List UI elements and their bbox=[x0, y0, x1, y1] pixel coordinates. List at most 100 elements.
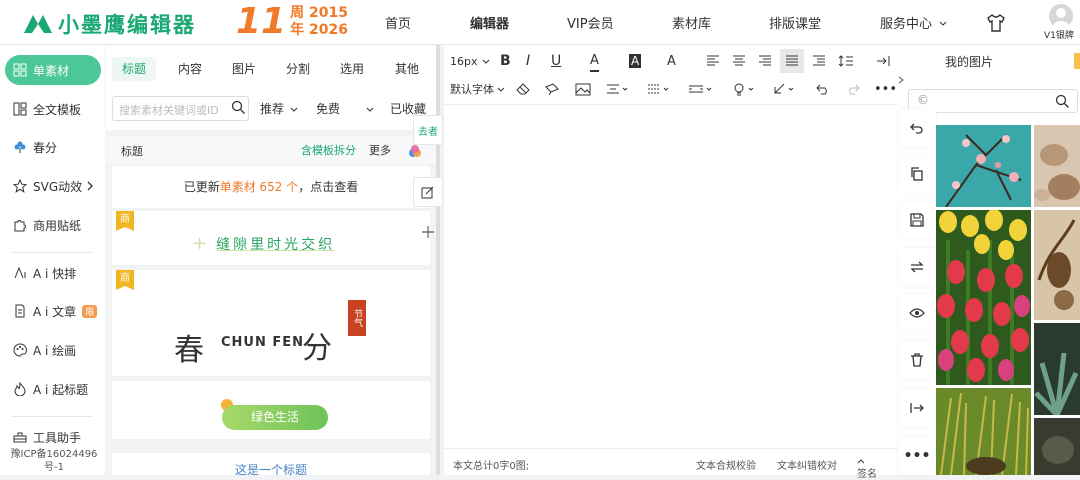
paragraph-spacing-icon[interactable] bbox=[647, 78, 669, 100]
sidebar-item-template[interactable]: 全文模板 bbox=[5, 94, 101, 124]
search-input[interactable]: 搜索素材关键词或ID bbox=[112, 96, 249, 121]
colorful-dots-icon[interactable] bbox=[407, 143, 423, 159]
underline-button[interactable]: U bbox=[551, 50, 561, 72]
tab-my-images[interactable]: 我的图片 bbox=[945, 53, 993, 70]
sidebar-item-ai-article[interactable]: A i 文章 限 bbox=[5, 296, 101, 326]
sidebar-item-svg[interactable]: SVG动效 bbox=[5, 171, 101, 201]
letter-spacing-icon[interactable] bbox=[688, 78, 712, 100]
nav-vip[interactable]: VIP会员 bbox=[567, 0, 614, 45]
add-button[interactable] bbox=[413, 217, 443, 247]
sidebar-item-ai-layout[interactable]: A i 快排 bbox=[5, 258, 101, 288]
compliance-check-button[interactable]: 文本合规校验 bbox=[696, 457, 756, 472]
filter-label: 免费 bbox=[316, 102, 341, 116]
image-thumb-pebbles[interactable] bbox=[1034, 125, 1080, 207]
bold-button[interactable]: B bbox=[500, 50, 511, 72]
preview-button[interactable] bbox=[898, 294, 936, 332]
align-center-icon[interactable] bbox=[732, 50, 746, 72]
font-color-button[interactable]: A bbox=[590, 50, 599, 72]
tab-selected[interactable]: 选用 bbox=[330, 57, 374, 81]
chevron-down-icon bbox=[366, 107, 374, 112]
nav-service[interactable]: 服务中心 bbox=[880, 0, 948, 45]
material-card[interactable]: 绿色生活 bbox=[112, 381, 430, 439]
icp-text[interactable]: 豫ICP备16024496号-1 bbox=[8, 448, 100, 474]
sparkle-icon: + bbox=[192, 233, 211, 254]
sidebar-item-label: A i 绘画 bbox=[33, 343, 77, 358]
undo-button[interactable] bbox=[898, 109, 936, 147]
image-thumb-seeds[interactable] bbox=[1034, 210, 1080, 320]
scrollbar[interactable] bbox=[436, 45, 440, 475]
italic-button[interactable]: I bbox=[526, 50, 530, 72]
font-size-value: 16px bbox=[450, 54, 478, 68]
copy-button[interactable] bbox=[898, 155, 936, 193]
arrow-icon[interactable] bbox=[773, 78, 795, 100]
tshirt-icon[interactable] bbox=[986, 14, 1006, 32]
align-left-icon[interactable] bbox=[706, 50, 720, 72]
indent-icon[interactable] bbox=[812, 50, 826, 72]
justify-icon[interactable] bbox=[780, 49, 804, 73]
logo[interactable]: 小墨鹰编辑器 bbox=[22, 9, 196, 39]
tab-content[interactable]: 内容 bbox=[168, 57, 212, 81]
save-button[interactable] bbox=[898, 201, 936, 239]
search-icon[interactable] bbox=[231, 100, 246, 115]
delete-button[interactable] bbox=[898, 341, 936, 379]
font-family-value: 默认字体 bbox=[450, 83, 494, 96]
signature-button[interactable]: 签名 bbox=[857, 457, 877, 480]
tab-title[interactable]: 标题 bbox=[112, 57, 157, 81]
bulb-icon[interactable] bbox=[733, 78, 755, 100]
sidebar-item-ai-painting[interactable]: A i 绘画 bbox=[5, 335, 101, 365]
eraser-icon[interactable] bbox=[516, 78, 530, 100]
tab-other[interactable]: 其他 bbox=[385, 57, 429, 81]
exit-fullscreen-icon[interactable] bbox=[876, 50, 890, 72]
redo-icon[interactable] bbox=[846, 78, 860, 100]
sidebar-item-label: A i 快排 bbox=[33, 266, 77, 281]
sidebar-item-ai-title[interactable]: A i 起标题 bbox=[5, 374, 101, 404]
sidebar-item-stickers[interactable]: 商用贴纸 bbox=[5, 210, 101, 240]
more-button[interactable]: ••• bbox=[898, 437, 936, 475]
exit-button[interactable] bbox=[898, 389, 936, 427]
commercial-badge: 商 bbox=[116, 270, 134, 290]
nav-editor[interactable]: 编辑器 bbox=[470, 0, 509, 45]
image-thumb-tulips[interactable] bbox=[936, 210, 1031, 385]
update-notice[interactable]: 已更新单素材 652 个，点击查看 bbox=[112, 166, 430, 208]
material-card[interactable]: 商 + 缝隙里时光交织 bbox=[112, 211, 430, 265]
tab-image[interactable]: 图片 bbox=[222, 57, 266, 81]
material-card[interactable]: 商 春 CHUN FEN 分 节气 bbox=[112, 270, 430, 376]
font-family-select[interactable]: 默认字体 bbox=[450, 78, 505, 100]
more-link[interactable]: 更多 bbox=[369, 142, 391, 158]
line-height-icon[interactable] bbox=[838, 50, 854, 72]
nav-materials[interactable]: 素材库 bbox=[672, 0, 711, 45]
goto-button[interactable]: 去者 bbox=[413, 115, 443, 145]
editor-canvas[interactable] bbox=[444, 106, 898, 446]
save-icon bbox=[910, 213, 924, 227]
proofread-button[interactable]: 文本纠错校对 bbox=[777, 457, 837, 472]
nav-home[interactable]: 首页 bbox=[385, 0, 411, 45]
tab-divider[interactable]: 分割 bbox=[276, 57, 320, 81]
chevron-down-icon bbox=[482, 59, 489, 64]
image-thumb-succulent[interactable] bbox=[1034, 323, 1080, 415]
highlight-button[interactable]: A bbox=[629, 50, 642, 72]
card-title: 这是一个标题 bbox=[234, 463, 307, 475]
material-card[interactable]: 这是一个标题 bbox=[112, 453, 430, 475]
filter-recommend[interactable]: 推荐 bbox=[260, 100, 298, 117]
text-indent-icon[interactable] bbox=[606, 78, 628, 100]
swap-button[interactable] bbox=[898, 248, 936, 286]
sidebar-item-chunfen[interactable]: 春分 bbox=[5, 132, 101, 162]
image-thumb-blossom[interactable] bbox=[936, 125, 1031, 207]
align-right-icon[interactable] bbox=[758, 50, 772, 72]
image-icon[interactable] bbox=[575, 78, 591, 100]
undo-icon[interactable] bbox=[816, 78, 830, 100]
font-size-select[interactable]: 16px bbox=[450, 50, 490, 72]
undo-icon bbox=[910, 123, 923, 134]
anniversary-year-end: 2026 bbox=[308, 22, 348, 38]
split-template-link[interactable]: 含模板拆分 bbox=[301, 142, 356, 158]
avatar[interactable] bbox=[1049, 4, 1073, 28]
search-icon[interactable] bbox=[1055, 94, 1070, 109]
nav-classroom[interactable]: 排版课堂 bbox=[769, 0, 821, 45]
filter-free[interactable]: 免费 bbox=[316, 100, 374, 117]
sidebar-item-single-material[interactable]: 单素材 bbox=[5, 55, 101, 85]
image-thumb-dark[interactable] bbox=[1034, 418, 1080, 475]
font-effect-button[interactable]: A bbox=[667, 50, 676, 72]
edit-button[interactable] bbox=[413, 177, 443, 207]
format-brush-icon[interactable] bbox=[545, 78, 559, 100]
image-thumb-grass[interactable] bbox=[936, 388, 1031, 475]
